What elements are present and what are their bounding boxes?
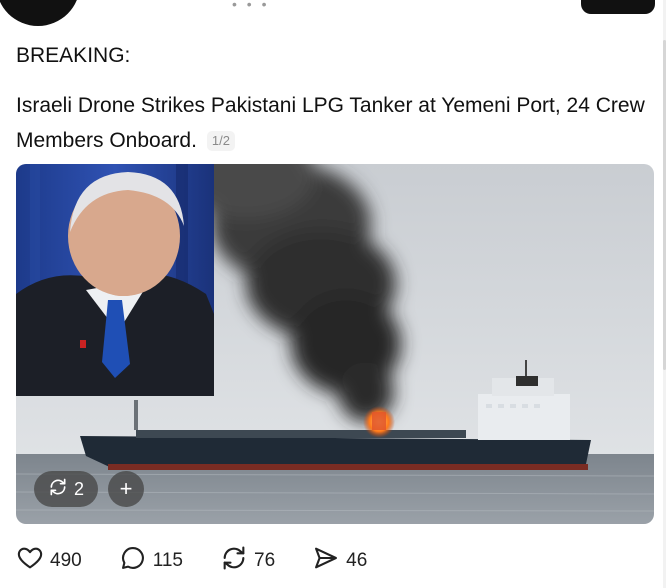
media-repost-button[interactable]: 2 [34,471,98,507]
portrait-inset [16,164,214,396]
like-count: 490 [50,550,82,571]
repost-button[interactable]: 76 [220,544,275,578]
like-button[interactable]: 490 [16,544,82,578]
repost-count: 76 [254,550,276,571]
post-label: BREAKING: [16,44,131,67]
post-actions: 490 115 76 46 [16,544,404,578]
share-button[interactable]: 46 [312,544,367,578]
post-headline: Israeli Drone Strikes Pakistani LPG Tank… [16,88,658,158]
image-counter: 1/2 [206,131,235,151]
repost-icon [220,544,254,578]
headline-text: Israeli Drone Strikes Pakistani LPG Tank… [16,94,645,152]
post-image[interactable] [16,164,654,524]
reply-count: 115 [152,550,183,571]
header-dots: • • • [232,0,270,12]
share-count: 46 [346,550,368,571]
heart-icon [16,544,50,578]
add-button[interactable]: + [108,471,144,507]
media-repost-count: 2 [73,478,84,499]
add-icon: + [119,476,133,501]
follow-button[interactable] [581,0,655,14]
reply-button[interactable]: 115 [119,544,183,578]
author-avatar[interactable] [0,0,80,26]
share-icon [312,544,346,578]
comment-icon [119,544,153,578]
repost-icon [48,477,68,502]
